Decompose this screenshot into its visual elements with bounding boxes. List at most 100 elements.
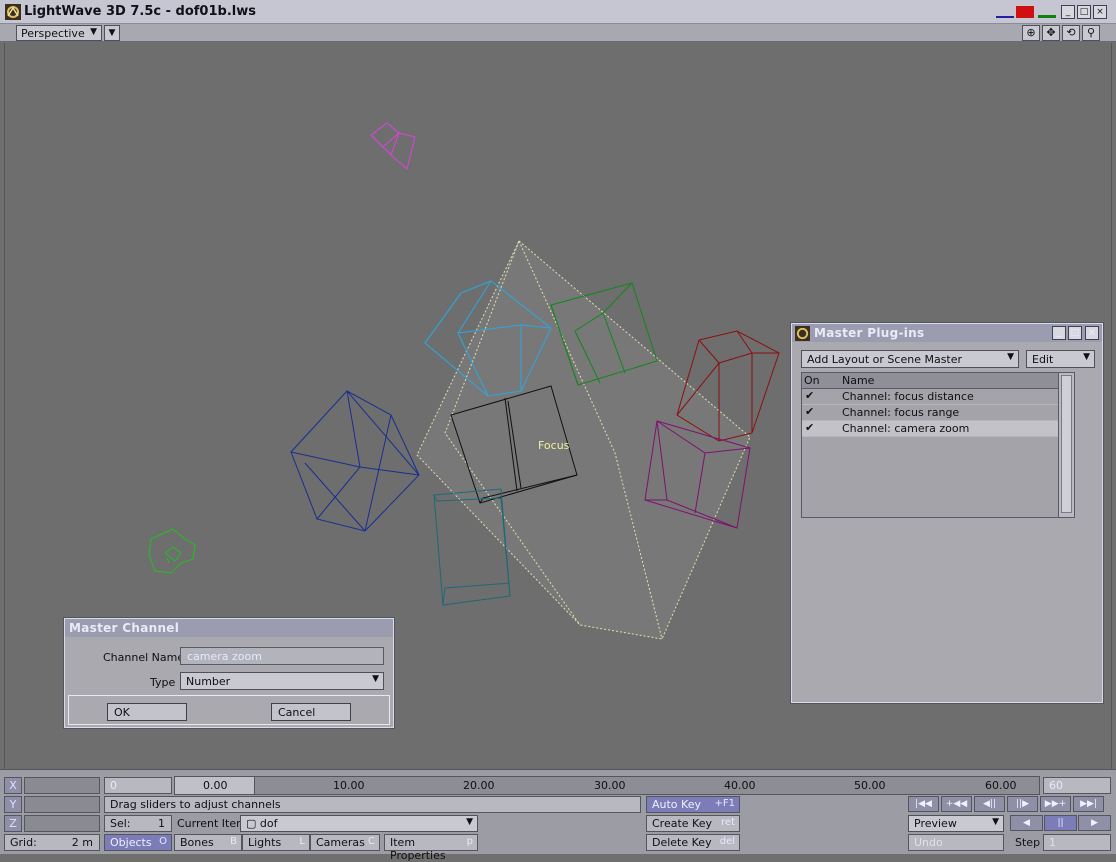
step-field[interactable]: 1 <box>1043 834 1111 851</box>
sel-value: 1 <box>158 817 165 830</box>
window-title: LightWave 3D 7.5c - dof01b.lws <box>24 4 256 19</box>
plugin-list-scrollbar[interactable] <box>1058 373 1074 517</box>
lightwave-logo-icon <box>5 4 21 20</box>
mode-shortcut: B <box>230 836 237 847</box>
next-key-button[interactable]: ▶▶+ <box>1040 796 1071 812</box>
bottom-toolbar: X Y Z 0 0.00 10.00 20.00 30.00 40.00 50.… <box>0 769 1116 862</box>
previous-frame-button[interactable]: ◀|| <box>974 796 1005 812</box>
blue-swatch <box>996 6 1014 18</box>
pink-camera-icon <box>370 122 416 170</box>
perspective-viewport[interactable]: Focus Master Channel Channel Name camera… <box>4 43 1112 769</box>
lights-mode-button[interactable]: Lights L <box>242 834 310 851</box>
create-key-button[interactable]: Create Key ret <box>646 815 740 832</box>
selection-count: Sel: 1 <box>104 815 172 832</box>
mode-label: Bones <box>180 836 214 849</box>
pan-view-icon[interactable]: ✥ <box>1042 25 1060 41</box>
bones-mode-button[interactable]: Bones B <box>174 834 242 851</box>
scrollbar-thumb[interactable] <box>1061 375 1072 513</box>
tick-label: 60.00 <box>985 779 1017 792</box>
frame-end-field[interactable]: 60 <box>1043 777 1111 794</box>
current-item-value: dof <box>259 817 278 830</box>
cancel-button[interactable]: Cancel <box>271 703 351 721</box>
panel-minimize-button[interactable]: _ <box>1052 326 1066 340</box>
sel-label: Sel: <box>110 817 131 830</box>
plugin-name: Channel: camera zoom <box>842 422 970 435</box>
z-axis-button[interactable]: Z <box>4 815 22 832</box>
check-icon[interactable]: ✔ <box>805 389 814 402</box>
create-key-label: Create Key <box>652 817 712 830</box>
edit-select[interactable]: Edit ▼ <box>1026 350 1095 368</box>
auto-key-shortcut: +F1 <box>714 798 736 809</box>
panel-maximize-button[interactable]: □ <box>1068 326 1082 340</box>
ok-button[interactable]: OK <box>107 703 187 721</box>
check-icon[interactable]: ✔ <box>805 405 814 418</box>
cameras-mode-button[interactable]: Cameras C <box>310 834 380 851</box>
green-light-icon <box>148 528 196 574</box>
current-item-label: Current Item <box>177 817 247 830</box>
delete-key-button[interactable]: Delete Key del <box>646 834 740 851</box>
view-options-button[interactable]: ▼ <box>104 25 120 41</box>
mode-shortcut: C <box>368 836 375 847</box>
list-item[interactable]: ✔ Channel: focus range <box>802 405 1074 421</box>
check-icon[interactable]: ✔ <box>805 421 814 434</box>
tick-label: 30.00 <box>594 779 626 792</box>
list-item[interactable]: ✔ Channel: camera zoom <box>802 421 1074 437</box>
chevron-down-icon: ▼ <box>1007 352 1014 362</box>
play-forward-button[interactable]: ▶ <box>1078 815 1111 831</box>
preview-select[interactable]: Preview ▼ <box>908 815 1004 832</box>
next-frame-button[interactable]: ||▶ <box>1007 796 1038 812</box>
x-value-field[interactable] <box>24 777 100 794</box>
dark-blue-cube <box>290 390 420 532</box>
auto-key-label: Auto Key <box>652 798 701 811</box>
master-plugins-titlebar: Master Plug-ins _ □ × <box>792 324 1102 342</box>
minimize-button[interactable]: _ <box>1061 5 1075 19</box>
frame-start-field[interactable]: 0 <box>104 777 172 794</box>
rotate-view-icon[interactable]: ⟲ <box>1062 25 1080 41</box>
lightwave-logo-icon <box>795 326 810 341</box>
plugin-list[interactable]: On Name ✔ Channel: focus distance ✔ Chan… <box>801 372 1075 518</box>
y-axis-button[interactable]: Y <box>4 796 22 813</box>
tick-label: 10.00 <box>333 779 365 792</box>
delete-key-shortcut: del <box>719 836 735 847</box>
x-axis-button[interactable]: X <box>4 777 22 794</box>
chevron-down-icon: ▼ <box>372 674 379 684</box>
undo-button[interactable]: Undo <box>908 834 1004 851</box>
column-on[interactable]: On <box>804 374 820 387</box>
panel-close-button[interactable]: × <box>1085 326 1099 340</box>
close-button[interactable]: × <box>1093 5 1107 19</box>
channel-name-field[interactable]: camera zoom <box>180 647 384 665</box>
z-value-field[interactable] <box>24 815 100 832</box>
edit-label: Edit <box>1032 353 1054 366</box>
type-select[interactable]: Number ▼ <box>180 672 384 690</box>
item-properties-button[interactable]: Item Properties p <box>384 834 478 862</box>
column-name[interactable]: Name <box>842 374 874 387</box>
y-value-field[interactable] <box>24 796 100 813</box>
chevron-down-icon: ▼ <box>1083 352 1090 362</box>
zoom-view-icon[interactable]: ⚲ <box>1082 25 1100 41</box>
add-master-label: Add Layout or Scene Master <box>807 353 963 366</box>
pause-button[interactable]: || <box>1044 815 1077 831</box>
dof-volume <box>416 240 751 640</box>
move-view-icon[interactable]: ⊕ <box>1022 25 1040 41</box>
add-master-select[interactable]: Add Layout or Scene Master ▼ <box>801 350 1019 368</box>
cube-icon: ▢ <box>246 817 257 830</box>
play-backward-button[interactable]: ◀ <box>1010 815 1043 831</box>
plugin-name: Channel: focus distance <box>842 390 974 403</box>
grid-size: Grid: 2 m <box>4 834 100 851</box>
timeline[interactable]: 0.00 10.00 20.00 30.00 40.00 50.00 60.00 <box>174 776 1040 795</box>
view-mode-select[interactable]: Perspective ▼ <box>16 25 102 41</box>
tick-label: 0.00 <box>203 779 228 792</box>
maximize-button[interactable]: □ <box>1077 5 1091 19</box>
status-line: Drag sliders to adjust channels <box>104 796 641 813</box>
tick-label: 40.00 <box>724 779 756 792</box>
previous-key-button[interactable]: +◀◀ <box>941 796 972 812</box>
objects-mode-button[interactable]: Objects O <box>104 834 172 851</box>
last-frame-button[interactable]: ▶▶| <box>1073 796 1104 812</box>
chevron-down-icon: ▼ <box>90 27 97 37</box>
current-item-select[interactable]: ▢ dof ▼ <box>240 815 478 832</box>
delete-key-label: Delete Key <box>652 836 712 849</box>
tick-label: 20.00 <box>463 779 495 792</box>
list-item[interactable]: ✔ Channel: focus distance <box>802 389 1074 405</box>
auto-key-button[interactable]: Auto Key +F1 <box>646 796 740 813</box>
first-frame-button[interactable]: |◀◀ <box>908 796 939 812</box>
